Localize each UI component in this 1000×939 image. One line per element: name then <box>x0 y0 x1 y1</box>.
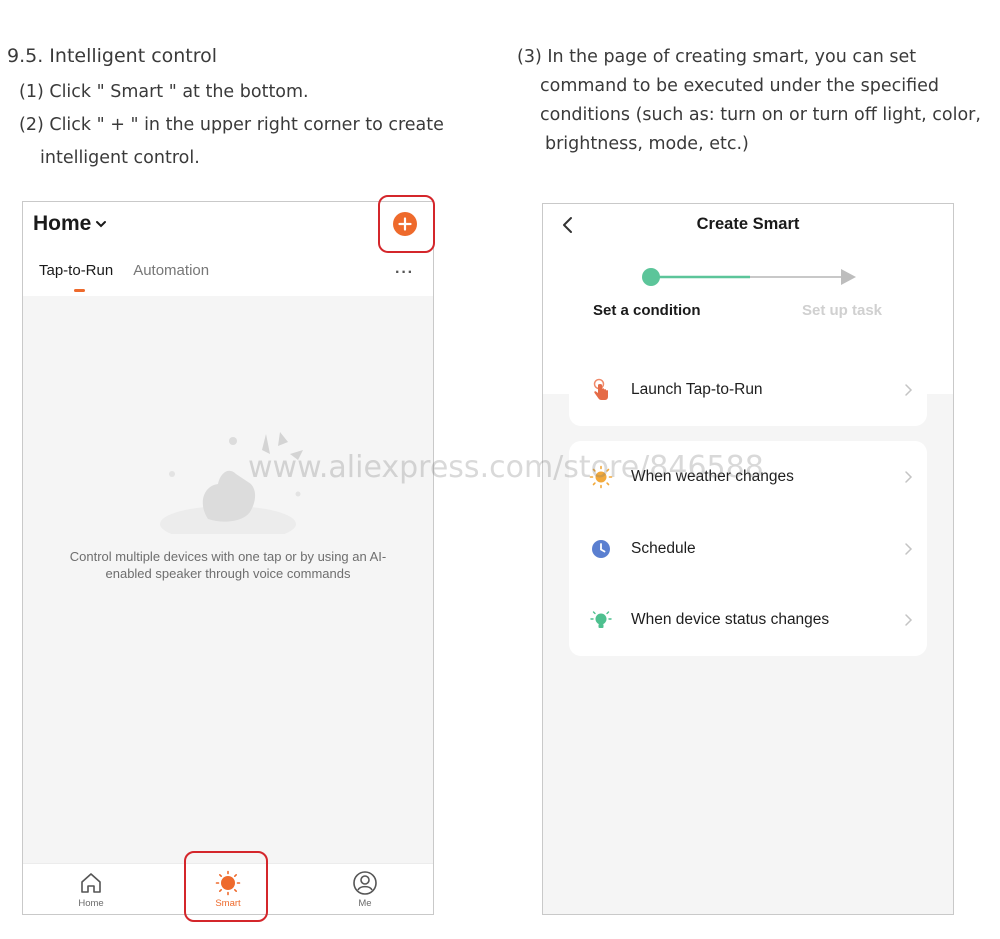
hand-tap-icon <box>593 378 608 400</box>
chevron-down-icon <box>96 221 107 228</box>
chevron-right-icon <box>905 384 913 396</box>
tabbar-home[interactable]: Home <box>56 870 126 909</box>
launch-card: Launch Tap-to-Run <box>569 354 927 426</box>
option-launch-tap-to-run[interactable]: Launch Tap-to-Run <box>569 354 927 426</box>
chevron-right-icon <box>905 543 913 555</box>
profile-icon <box>353 871 377 895</box>
option-launch-label: Launch Tap-to-Run <box>631 381 763 398</box>
home-icon <box>81 873 101 893</box>
option-weather-label: When weather changes <box>631 468 794 485</box>
add-button-highlight <box>378 195 435 253</box>
tabbar-me-label: Me <box>358 898 372 909</box>
smart-page-screenshot: Home Tap-to-Run Automation ··· Control m… <box>22 201 434 915</box>
home-title: Home <box>33 212 92 235</box>
instruction-step-3-line-2: command to be executed under the specifi… <box>540 76 940 96</box>
chevron-right-icon <box>905 614 913 626</box>
option-schedule-label: Schedule <box>631 540 696 557</box>
option-device-status-changes[interactable]: When device status changes <box>569 584 927 656</box>
tap-illustration-icon <box>160 432 303 534</box>
clock-icon <box>592 540 610 558</box>
empty-message-line-1: Control multiple devices with one tap or… <box>69 549 387 564</box>
weather-icon <box>589 465 613 489</box>
tab-automation[interactable]: Automation <box>133 262 209 279</box>
conditions-card: When weather changes Schedule When devic… <box>569 441 927 656</box>
chevron-right-icon <box>905 471 913 483</box>
smart-tabs: Tap-to-Run Automation <box>39 262 209 292</box>
empty-state: Control multiple devices with one tap or… <box>23 296 433 863</box>
instruction-step-3-line-3: conditions (such as: turn on or turn off… <box>540 105 981 125</box>
instruction-step-2-line-2: intelligent control. <box>40 148 200 168</box>
tab-tap-to-run[interactable]: Tap-to-Run <box>39 262 113 292</box>
empty-message-line-2: enabled speaker through voice commands <box>105 566 351 581</box>
bulb-icon <box>590 611 612 628</box>
section-title: 9.5. Intelligent control <box>7 45 218 67</box>
option-schedule[interactable]: Schedule <box>569 513 927 585</box>
option-weather-changes[interactable]: When weather changes <box>569 441 927 513</box>
instruction-step-3-line-1: (3) In the page of creating smart, you c… <box>517 47 917 67</box>
step-set-condition: Set a condition <box>593 302 701 319</box>
create-smart-screenshot: Create Smart Set a condition Set up task… <box>542 203 954 915</box>
step-set-up-task: Set up task <box>802 302 883 319</box>
instruction-step-1: (1) Click " Smart " at the bottom. <box>19 82 309 102</box>
smart-tab-highlight <box>184 851 268 922</box>
tabbar-me[interactable]: Me <box>330 870 400 909</box>
instruction-step-3-line-4: brightness, mode, etc.) <box>545 134 749 154</box>
empty-state-message: Control multiple devices with one tap or… <box>43 548 413 582</box>
home-selector[interactable]: Home <box>33 212 107 236</box>
page-title: Create Smart <box>696 215 800 233</box>
instruction-step-2-line-1: (2) Click " + " in the upper right corne… <box>19 115 444 135</box>
more-options-button[interactable]: ··· <box>395 264 414 282</box>
step-progress <box>642 268 856 286</box>
tabbar-home-label: Home <box>78 898 104 909</box>
option-device-status-label: When device status changes <box>631 611 830 628</box>
